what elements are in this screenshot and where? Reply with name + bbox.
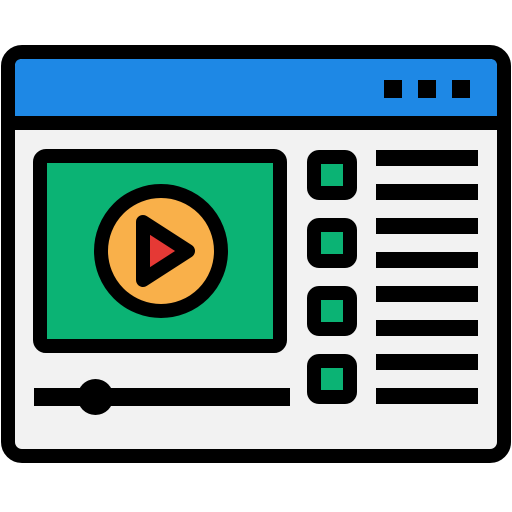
playlist-text-line [376, 286, 478, 302]
playlist-thumbnail [307, 150, 357, 200]
window-controls [384, 80, 470, 98]
playlist-text-line [376, 218, 478, 234]
play-button [94, 184, 228, 318]
progress-knob [77, 379, 114, 415]
window-control-dot-3 [452, 80, 470, 98]
playlist-text-line [376, 354, 478, 370]
playlist-text-line [376, 184, 478, 200]
playlist-text-line [376, 150, 478, 166]
video-player-window-icon [1, 45, 511, 463]
playlist-text-line [376, 252, 478, 268]
window-control-dot-2 [418, 80, 436, 98]
playlist-thumbnail [307, 354, 357, 404]
playlist-thumbnail [307, 286, 357, 336]
playlist-thumbnail [307, 218, 357, 268]
playlist-text-line [376, 320, 478, 336]
playlist-text-line [376, 388, 478, 404]
window-control-dot-1 [384, 80, 402, 98]
video-player-icon [0, 0, 512, 512]
title-bar-divider [8, 116, 504, 130]
progress-track [34, 388, 290, 406]
